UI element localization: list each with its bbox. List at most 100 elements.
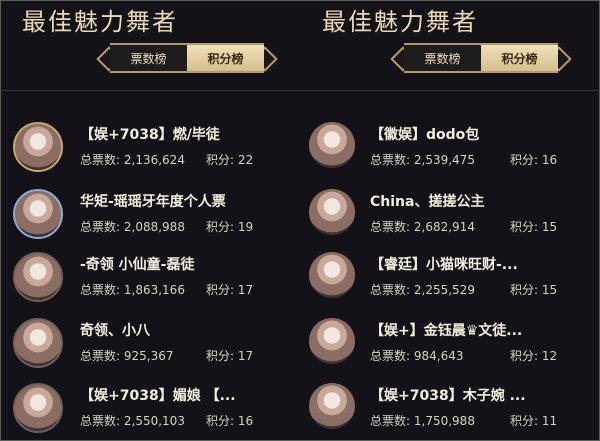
performer-name[interactable]: 【娱+7038】木子婉 ... (370, 385, 526, 405)
score-block: 积分: 19 (206, 218, 253, 235)
votes-label: 总票数: (80, 220, 121, 234)
score-block: 积分: 12 (510, 347, 557, 364)
list-item[interactable]: 【娱+7038】木子婉 ... 总票数: 1,750,988 积分: 11 (295, 381, 587, 441)
tab-score-ranking[interactable]: 积分榜 (481, 43, 558, 73)
avatar[interactable] (309, 318, 355, 364)
votes-label: 总票数: (80, 414, 121, 428)
votes-value: 1,750,988 (413, 414, 475, 428)
performer-name[interactable]: 【娱+7038】媚娘 【... (80, 385, 236, 405)
score-label: 积分: (206, 283, 235, 297)
score-value: 12 (541, 349, 558, 363)
tab-score-ranking[interactable]: 积分榜 (187, 43, 264, 73)
votes-value: 2,539,475 (413, 153, 475, 167)
panel-title: 最佳魅力舞者 (22, 8, 178, 36)
score-block: 积分: 17 (206, 281, 253, 298)
score-label: 积分: (206, 153, 235, 167)
tab-votes-ranking[interactable]: 票数榜 (404, 43, 481, 73)
performer-name[interactable]: -奇领 小仙童-磊徒 (80, 254, 195, 274)
avatar[interactable] (13, 189, 63, 239)
header-divider (0, 90, 600, 91)
votes-label: 总票数: (370, 283, 411, 297)
right-ranking-panel: 最佳魅力舞者 票数榜 积分榜 【徽娱】dodo包 总票数: 2,539,475 … (295, 0, 587, 441)
score-label: 积分: (206, 414, 235, 428)
performer-name[interactable]: 【睿廷】小猫咪旺财-... (370, 254, 518, 274)
votes-value: 925,367 (123, 349, 174, 363)
votes-label: 总票数: (80, 283, 121, 297)
tab-left-ornament-icon (392, 43, 404, 73)
entry-stats: 总票数: 2,550,103 积分: 16 (80, 412, 253, 429)
score-value: 15 (541, 220, 558, 234)
tab-right-ornament-icon (558, 43, 570, 73)
score-block: 积分: 16 (206, 412, 253, 429)
entry-stats: 总票数: 2,136,624 积分: 22 (80, 151, 253, 168)
performer-name[interactable]: 【徽娱】dodo包 (370, 124, 479, 144)
list-item[interactable]: 【睿廷】小猫咪旺财-... 总票数: 2,255,529 积分: 15 (295, 250, 587, 310)
score-value: 17 (237, 349, 254, 363)
ranking-tabs: 票数榜 积分榜 (392, 43, 570, 73)
votes-value: 2,136,624 (123, 153, 185, 167)
list-item[interactable]: -奇领 小仙童-磊徒 总票数: 1,863,166 积分: 17 (0, 250, 292, 310)
performer-name[interactable]: China、搓搓公主 (370, 191, 484, 211)
entry-stats: 总票数: 2,682,914 积分: 15 (370, 218, 557, 235)
score-label: 积分: (510, 220, 539, 234)
tab-votes-ranking[interactable]: 票数榜 (110, 43, 187, 73)
list-item[interactable]: 【娱+】金钰晨♛文徒... 总票数: 984,643 积分: 12 (295, 316, 587, 376)
tab-left-ornament-icon (98, 43, 110, 73)
entry-stats: 总票数: 2,088,988 积分: 19 (80, 218, 253, 235)
votes-value: 984,643 (413, 349, 464, 363)
votes-label: 总票数: (80, 153, 121, 167)
votes-value: 2,550,103 (123, 414, 185, 428)
score-block: 积分: 11 (510, 412, 557, 429)
votes-label: 总票数: (80, 349, 121, 363)
performer-name[interactable]: 华矩-瑶瑶牙年度个人票 (80, 191, 226, 211)
avatar[interactable] (13, 252, 63, 302)
votes-value: 2,682,914 (413, 220, 475, 234)
performer-name[interactable]: 【娱+】金钰晨♛文徒... (370, 320, 522, 340)
score-value: 22 (237, 153, 254, 167)
performer-name[interactable]: 【娱+7038】燃/毕徒 (80, 124, 220, 144)
list-item[interactable]: 【娱+7038】燃/毕徒 总票数: 2,136,624 积分: 22 (0, 120, 292, 180)
list-item[interactable]: 【徽娱】dodo包 总票数: 2,539,475 积分: 16 (295, 120, 587, 180)
votes-value: 2,088,988 (123, 220, 185, 234)
score-label: 积分: (510, 414, 539, 428)
votes-value: 2,255,529 (413, 283, 475, 297)
panel-title: 最佳魅力舞者 (322, 8, 478, 36)
left-ranking-panel: 最佳魅力舞者 票数榜 积分榜 【娱+7038】燃/毕徒 总票数: 2,136,6… (0, 0, 292, 441)
performer-name[interactable]: 奇领、小八 (80, 320, 150, 340)
list-item[interactable]: China、搓搓公主 总票数: 2,682,914 积分: 15 (295, 187, 587, 247)
entry-stats: 总票数: 1,863,166 积分: 17 (80, 281, 253, 298)
score-label: 积分: (510, 283, 539, 297)
votes-label: 总票数: (370, 349, 411, 363)
avatar[interactable] (13, 318, 63, 368)
score-label: 积分: (206, 220, 235, 234)
score-block: 积分: 22 (206, 151, 253, 168)
score-block: 积分: 16 (510, 151, 557, 168)
votes-label: 总票数: (370, 153, 411, 167)
avatar[interactable] (309, 383, 355, 429)
list-item[interactable]: 华矩-瑶瑶牙年度个人票 总票数: 2,088,988 积分: 19 (0, 187, 292, 247)
avatar[interactable] (309, 252, 355, 298)
score-label: 积分: (510, 349, 539, 363)
votes-label: 总票数: (370, 220, 411, 234)
score-block: 积分: 15 (510, 281, 557, 298)
avatar[interactable] (13, 122, 63, 172)
score-label: 积分: (206, 349, 235, 363)
votes-label: 总票数: (370, 414, 411, 428)
list-item[interactable]: 奇领、小八 总票数: 925,367 积分: 17 (0, 316, 292, 376)
entry-stats: 总票数: 2,539,475 积分: 16 (370, 151, 557, 168)
avatar[interactable] (13, 383, 63, 433)
score-value: 16 (237, 414, 254, 428)
score-block: 积分: 15 (510, 218, 557, 235)
entry-stats: 总票数: 925,367 积分: 17 (80, 347, 253, 364)
entry-stats: 总票数: 984,643 积分: 12 (370, 347, 557, 364)
score-value: 16 (541, 153, 558, 167)
entry-stats: 总票数: 1,750,988 积分: 11 (370, 412, 557, 429)
list-item[interactable]: 【娱+7038】媚娘 【... 总票数: 2,550,103 积分: 16 (0, 381, 292, 441)
score-block: 积分: 17 (206, 347, 253, 364)
avatar[interactable] (309, 122, 355, 168)
score-label: 积分: (510, 153, 539, 167)
avatar[interactable] (309, 189, 355, 235)
ranking-tabs: 票数榜 积分榜 (98, 43, 276, 73)
votes-value: 1,863,166 (123, 283, 185, 297)
score-value: 15 (541, 283, 558, 297)
